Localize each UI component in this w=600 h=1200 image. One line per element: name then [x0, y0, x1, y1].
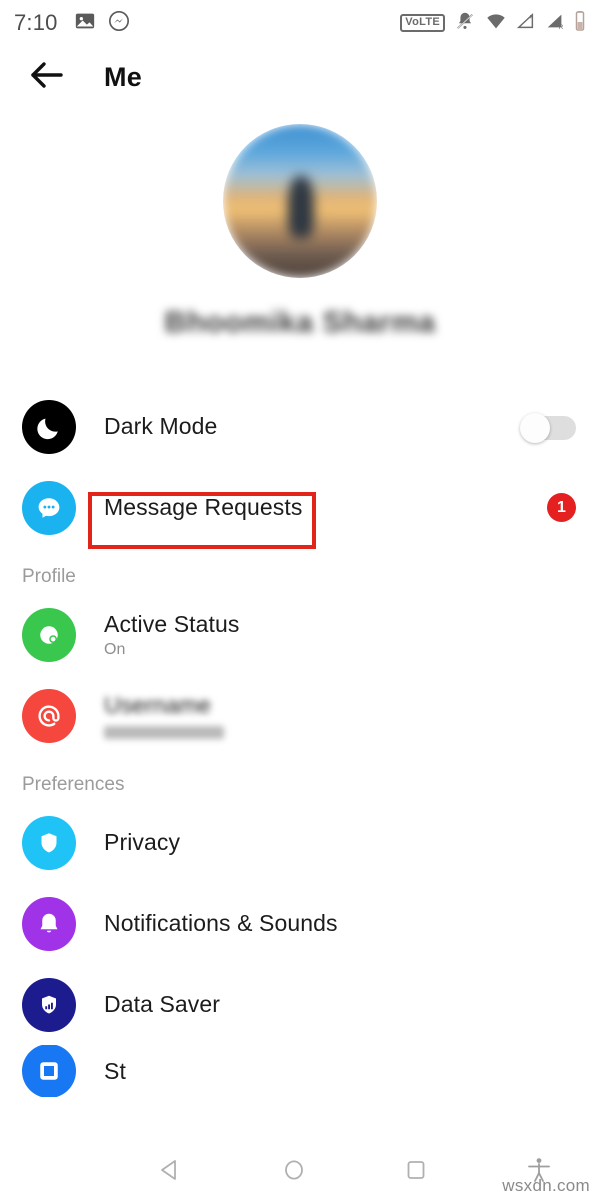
- list-item-sublabel: [104, 726, 224, 739]
- list-item-dark-mode[interactable]: Dark Mode: [0, 386, 600, 467]
- home-circle-icon: [281, 1157, 307, 1188]
- profile-section: Bhoomika Sharma: [0, 124, 600, 340]
- watermark: wsxdn.com: [502, 1176, 590, 1195]
- list-item-username[interactable]: Username: [0, 675, 600, 756]
- list-item-privacy-texts: Privacy: [104, 829, 180, 856]
- battery-icon: [574, 10, 586, 37]
- list-item-privacy[interactable]: Privacy: [0, 802, 600, 883]
- profile-name: Bhoomika Sharma: [164, 306, 436, 339]
- nav-recents-button[interactable]: [355, 1157, 478, 1188]
- section-header-preferences: Preferences: [22, 774, 125, 795]
- list-item-stories-texts: St: [104, 1058, 126, 1085]
- list-item-label: Dark Mode: [104, 413, 218, 439]
- story-icon: [22, 1045, 76, 1097]
- list-item-stories[interactable]: St: [0, 1045, 600, 1097]
- shield-bars-icon: [22, 977, 76, 1032]
- list-item-message-requests-texts: Message Requests: [104, 494, 302, 521]
- nav-back-button[interactable]: [110, 1157, 233, 1188]
- gallery-icon: [74, 10, 96, 37]
- avatar[interactable]: [223, 124, 377, 278]
- list-item-data-saver-texts: Data Saver: [104, 991, 220, 1018]
- svg-text:R: R: [559, 24, 564, 31]
- list-item-label: Active Status: [104, 610, 240, 637]
- back-triangle-icon: [158, 1157, 184, 1188]
- list-item-label: Message Requests: [104, 494, 303, 520]
- phone-screen: 7:10 VoLTE x R Me Bhoomika Sharma Dark M…: [0, 0, 600, 1200]
- list-item-label: Privacy: [104, 829, 181, 855]
- messenger-icon: [108, 10, 130, 37]
- list-item-label: Username: [104, 692, 211, 718]
- status-bar-time: 7:10: [14, 10, 58, 35]
- settings-list: Dark Mode Message Requests 1 Profile Act…: [0, 386, 600, 1097]
- nav-home-button[interactable]: [233, 1157, 356, 1188]
- list-item-username-texts: Username: [104, 692, 224, 739]
- back-button[interactable]: [24, 54, 70, 100]
- list-item-notifications-sounds[interactable]: Notifications & Sounds: [0, 883, 600, 964]
- list-item-label: St: [104, 1057, 126, 1084]
- list-item-label: Notifications & Sounds: [104, 910, 338, 936]
- list-item-message-requests[interactable]: Message Requests 1: [0, 467, 600, 548]
- app-header: Me: [0, 46, 600, 108]
- volte-icon: VoLTE: [400, 14, 445, 32]
- dark-mode-toggle[interactable]: [520, 412, 576, 443]
- list-item-notifications-sounds-texts: Notifications & Sounds: [104, 910, 338, 937]
- active-status-icon: [22, 607, 76, 662]
- list-item-active-status-texts: Active Status On: [104, 611, 240, 659]
- list-item-data-saver[interactable]: Data Saver: [0, 964, 600, 1045]
- navbar-fade: [0, 1128, 600, 1144]
- page-title: Me: [104, 61, 142, 92]
- list-item-active-status[interactable]: Active Status On: [0, 594, 600, 675]
- status-badge: 1: [547, 493, 576, 522]
- status-bar: 7:10 VoLTE x R: [0, 0, 600, 46]
- status-bar-right-icons: VoLTE x R: [400, 10, 586, 37]
- list-item-dark-mode-texts: Dark Mode: [104, 413, 217, 440]
- list-item-label: Data Saver: [104, 991, 221, 1017]
- bell-muted-icon: [454, 10, 476, 37]
- signal-sim2-icon: R: [545, 11, 565, 36]
- moon-icon: [22, 399, 76, 454]
- signal-sim1-icon: x: [516, 11, 536, 36]
- shield-icon: [22, 815, 76, 870]
- back-arrow-icon: [30, 60, 64, 95]
- at-sign-icon: [22, 688, 76, 743]
- wifi-icon: [485, 11, 507, 36]
- section-header-profile: Profile: [22, 566, 76, 587]
- status-bar-left-icons: [74, 10, 130, 37]
- list-item-sublabel: On: [104, 640, 126, 658]
- recents-square-icon: [403, 1157, 429, 1188]
- toggle-knob: [520, 412, 550, 443]
- message-requests-control: 1: [547, 493, 576, 522]
- chat-bubble-icon: [22, 480, 76, 535]
- bell-icon: [22, 896, 76, 951]
- dark-mode-control: [520, 412, 576, 443]
